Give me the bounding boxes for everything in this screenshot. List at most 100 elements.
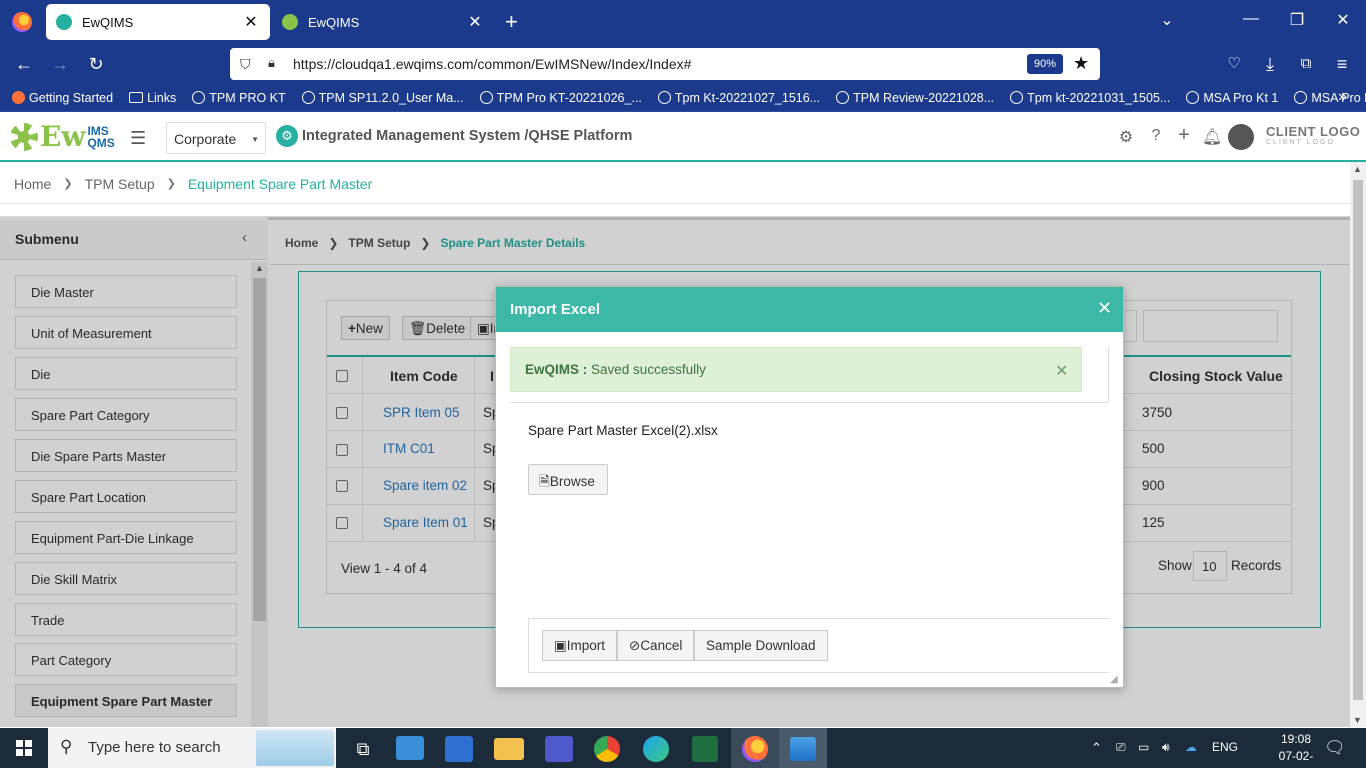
new-tab-button[interactable]: + [505,10,518,34]
bookmark-item[interactable]: TPM Pro KT-20221026_... [479,90,642,105]
globe-icon [836,91,850,104]
tab-list-icon[interactable]: ⌄ [1152,10,1182,30]
globe-icon [1010,91,1024,104]
onedrive-icon[interactable]: ☁ [1185,740,1197,754]
zoom-level[interactable]: 90% [1027,54,1063,74]
organization-select[interactable]: Corporate ▼ [166,122,266,154]
back-icon[interactable]: ← [12,54,36,74]
bookmark-item[interactable]: Tpm kt-20221031_1505... [1010,91,1170,105]
extensions-icon[interactable]: ⧉ [1294,54,1318,74]
menu-icon[interactable]: ≡ [1330,54,1354,74]
add-icon[interactable]: + [1174,124,1194,147]
task-view-icon[interactable]: ⧉ [346,732,380,766]
bookmark-star-icon[interactable]: ★ [1073,53,1089,74]
bookmark-label: TPM PRO KT [209,90,286,105]
bookmark-label: Links [147,90,177,105]
avatar[interactable] [1228,124,1254,150]
ewqims-favicon-icon [56,14,72,30]
breadcrumb-current: Equipment Spare Part Master [187,175,373,192]
bookmark-item[interactable]: MSA Pro KT 2 [1294,91,1366,105]
scroll-up-icon[interactable]: ▲ [1353,164,1362,174]
ewqims-favicon-icon [282,14,298,30]
edge-icon[interactable] [643,736,669,762]
selected-file-name: Spare Part Master Excel(2).xlsx [528,423,718,438]
excel-icon: ▣ [554,638,567,653]
browse-button[interactable]: 🗎︎Browse [528,464,608,495]
browser-tab-inactive[interactable]: EwQIMS ✕ [272,4,494,40]
alert-app-name: EwQIMS : [525,362,588,377]
close-tab-icon[interactable]: ✕ [242,12,260,32]
mail-icon[interactable] [396,736,424,760]
globe-icon [1186,91,1200,104]
notification-icon[interactable]: 🗨︎ [1324,738,1346,758]
store-icon[interactable] [445,736,473,762]
restore-button[interactable]: ❐ [1282,10,1312,30]
bookmark-label: TPM Pro KT-20221026_... [496,90,642,105]
bell-icon[interactable]: 🔔︎ [1202,127,1222,147]
bookmark-label: MSA Pro Kt 1 [1203,90,1279,105]
firefox-icon [12,91,25,104]
resize-handle-icon[interactable]: ◢ [1110,674,1118,685]
forward-icon[interactable]: → [48,54,72,74]
chrome-icon[interactable] [594,736,620,762]
bookmark-item[interactable]: MSA Pro Kt 1 [1186,91,1278,105]
bookmark-item[interactable]: Tpm Kt-20221027_1516... [657,90,821,105]
file-explorer-icon[interactable] [494,738,524,760]
scrollbar-thumb[interactable] [1353,180,1363,700]
network-icon[interactable]: ▭ [1138,740,1149,754]
close-icon[interactable]: ✕ [1097,298,1112,319]
gear-badge-icon: ⚙ [276,125,298,147]
chevron-up-icon[interactable]: ⌃ [1091,740,1102,756]
minimize-button[interactable]: — [1236,10,1266,28]
sample-download-button[interactable]: Sample Download [694,630,828,661]
caret-down-icon: ▼ [251,135,259,144]
downloads-icon[interactable]: ⤓ [1258,54,1282,74]
divider [510,402,1108,403]
help-icon[interactable]: ? [1146,127,1166,145]
bookmark-label: Getting Started [29,90,114,105]
close-window-button[interactable]: ✕ [1328,10,1358,30]
close-tab-icon[interactable]: ✕ [466,12,484,32]
tab-title: EwQIMS [82,14,134,30]
language-indicator[interactable]: ENG [1212,740,1238,754]
shield-icon[interactable]: ⛉ [240,56,251,73]
bookmark-item[interactable]: TPM Review-20221028... [836,91,994,105]
search-highlight-image [256,730,334,766]
bookmark-label: Tpm Kt-20221027_1516... [674,90,821,105]
reload-icon[interactable]: ↻ [84,54,108,74]
url-text[interactable]: https://cloudqa1.ewqims.com/common/EwIMS… [293,56,691,72]
browser-tab-active[interactable]: EwQIMS ✕ [46,4,270,40]
firefox-icon[interactable] [12,12,32,32]
excel-app-icon[interactable] [692,736,718,762]
settings-gear-icon[interactable]: ⚙ [1116,127,1136,147]
scroll-down-icon[interactable]: ▼ [1353,715,1362,725]
bookmark-getting-started[interactable]: Getting Started [12,91,113,105]
volume-icon[interactable]: 🔊︎ [1162,740,1170,755]
windows-start-icon[interactable] [16,740,32,756]
page-scrollbar[interactable]: ▲ ▼ [1350,162,1366,727]
teams-icon[interactable] [545,736,573,762]
success-alert: EwQIMS : Saved successfully [510,347,1082,392]
bookmark-item[interactable]: TPM SP11.2.0_User Ma... [301,91,464,105]
alert-close-icon[interactable]: ✕ [1055,361,1068,381]
pocket-icon[interactable]: ♡ [1222,54,1246,74]
bookmarks-overflow-icon[interactable]: » [1338,88,1347,106]
logo-text: Ew [40,120,86,153]
firefox-taskbar-icon[interactable] [742,736,768,762]
app-logo[interactable]: Ew IMS QMS [10,120,115,153]
meet-now-icon[interactable]: ⎚ [1116,740,1126,755]
globe-icon [479,91,493,104]
globe-icon [301,91,315,104]
lock-icon[interactable]: 🔒︎ [268,55,275,71]
import-button[interactable]: ▣Import [542,630,618,661]
bookmark-links[interactable]: Links [129,91,176,105]
logo-sub: QMS [87,135,115,150]
breadcrumb-tpm-setup[interactable]: TPM Setup [85,176,155,192]
taskbar-clock[interactable]: 19:08 07-02-2023 [1268,731,1324,768]
breadcrumb-home[interactable]: Home [14,176,51,192]
photos-icon[interactable] [790,737,816,761]
hamburger-menu-icon[interactable]: ☰ [130,128,146,149]
bookmark-item[interactable]: TPM PRO KT [192,90,286,105]
import-label: Import [566,638,606,653]
cancel-button[interactable]: ⊘Cancel [617,630,695,661]
